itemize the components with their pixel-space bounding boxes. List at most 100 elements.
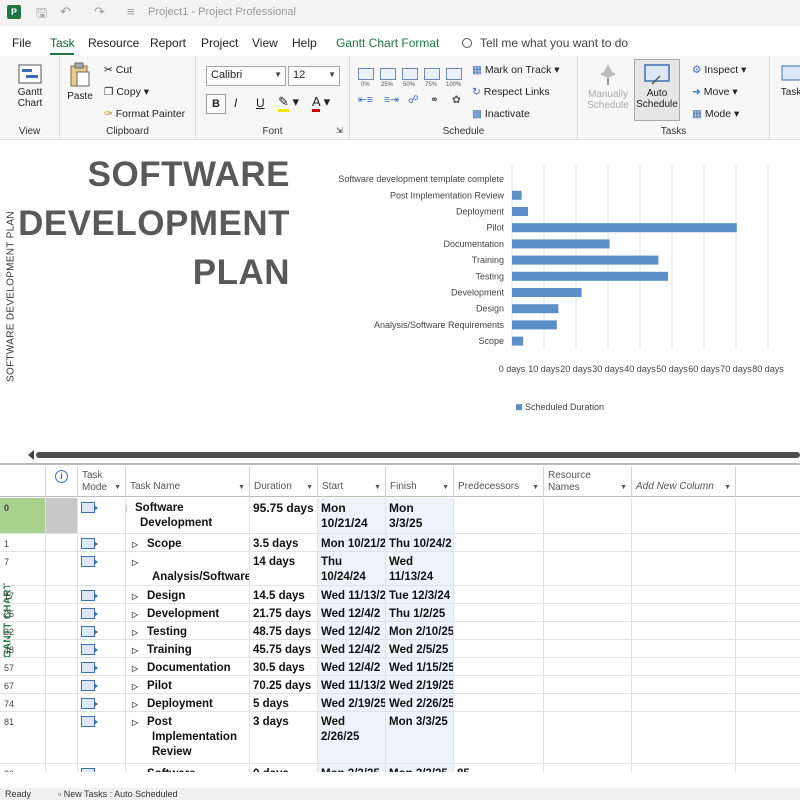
- duration-cell[interactable]: 3 days: [250, 712, 318, 763]
- duration-cell[interactable]: 14.5 days: [250, 586, 318, 603]
- bold-button[interactable]: B: [206, 94, 226, 114]
- tab-task[interactable]: Task: [50, 36, 75, 50]
- task-name-cell[interactable]: ▷Software: [126, 764, 250, 772]
- percent-100-button[interactable]: [446, 68, 462, 80]
- start-cell[interactable]: Wed 12/4/2: [318, 604, 386, 621]
- paste-button[interactable]: Paste: [64, 62, 96, 102]
- chevron-down-icon[interactable]: ▼: [114, 482, 121, 494]
- duration-cell[interactable]: 70.25 days: [250, 676, 318, 693]
- chain-icon[interactable]: ⚭: [430, 94, 439, 106]
- row-id-cell[interactable]: 32: [0, 622, 46, 639]
- new-tasks-mode-button[interactable]: ▫ New Tasks : Auto Scheduled: [58, 789, 178, 799]
- task-mode-cell[interactable]: [78, 498, 126, 533]
- copy-button[interactable]: ❐ Copy ▾: [104, 86, 149, 98]
- row-id-cell[interactable]: 81: [0, 712, 46, 763]
- percent-25-button[interactable]: [380, 68, 396, 80]
- chevron-down-icon[interactable]: ▼: [724, 482, 731, 494]
- task-row[interactable]: 32 ▷ Testing 48.75 days Wed 12/4/2 Mon 2/10/2…: [0, 622, 800, 640]
- pane-divider[interactable]: [0, 463, 800, 465]
- scrollbar-thumb[interactable]: [36, 452, 800, 458]
- resource-names-cell[interactable]: [544, 622, 632, 639]
- predecessors-column-header[interactable]: Predecessors ▼: [454, 467, 544, 497]
- row-id-cell[interactable]: 67: [0, 676, 46, 693]
- manually-schedule-button[interactable]: Manually Schedule: [582, 62, 634, 111]
- task-mode-cell[interactable]: [78, 712, 126, 763]
- resource-names-cell[interactable]: [544, 676, 632, 693]
- row-id-cell[interactable]: 0: [0, 498, 46, 533]
- finish-cell[interactable]: Mon 3/3/25: [386, 764, 454, 772]
- mode-button[interactable]: ▦ Mode ▾: [692, 108, 739, 120]
- duration-cell[interactable]: 45.75 days: [250, 640, 318, 657]
- task-row[interactable]: 0 ◢Software Development95.75 daysMon 10/2…: [0, 498, 800, 534]
- duration-cell[interactable]: 0 days: [250, 764, 318, 772]
- add-new-column-cell[interactable]: [632, 534, 736, 551]
- finish-cell[interactable]: Wed 2/19/25: [386, 676, 454, 693]
- start-cell[interactable]: Wed 2/26/25: [318, 712, 386, 763]
- pred-cell[interactable]: [454, 552, 544, 585]
- report-horizontal-scrollbar[interactable]: [0, 447, 800, 463]
- start-cell[interactable]: Mon 10/21/24: [318, 498, 386, 533]
- task-mode-cell[interactable]: [78, 676, 126, 693]
- start-cell[interactable]: Mon 3/3/25: [318, 764, 386, 772]
- finish-cell[interactable]: Wed 2/5/25: [386, 640, 454, 657]
- task-mode-cell[interactable]: [78, 604, 126, 621]
- task-mode-cell[interactable]: [78, 764, 126, 772]
- duration-cell[interactable]: 95.75 days: [250, 498, 318, 533]
- indicator-cell[interactable]: [46, 676, 78, 693]
- start-column-header[interactable]: Start ▼: [318, 467, 386, 497]
- finish-cell[interactable]: Mon 3/3/25: [386, 498, 454, 533]
- pred-cell[interactable]: [454, 694, 544, 711]
- task-name-cell[interactable]: ▷ Deployment: [126, 694, 250, 711]
- pred-cell[interactable]: [454, 676, 544, 693]
- duration-cell[interactable]: 14 days: [250, 552, 318, 585]
- duration-cell[interactable]: 5 days: [250, 694, 318, 711]
- scroll-left-icon[interactable]: [28, 450, 34, 460]
- resource-names-cell[interactable]: [544, 694, 632, 711]
- task-name-cell[interactable]: ▷Analysis/Software Requirements: [126, 552, 250, 585]
- duration-column-header[interactable]: Duration ▼: [250, 467, 318, 497]
- chevron-down-icon[interactable]: ▼: [532, 482, 539, 494]
- add-new-column-cell[interactable]: [632, 676, 736, 693]
- add-new-column-cell[interactable]: [632, 694, 736, 711]
- tab-gantt-chart-format[interactable]: Gantt Chart Format: [336, 36, 439, 50]
- row-id-cell[interactable]: 48: [0, 640, 46, 657]
- tab-help[interactable]: Help: [292, 36, 317, 50]
- row-id-cell[interactable]: 7: [0, 552, 46, 585]
- finish-cell[interactable]: Thu 10/24/2: [386, 534, 454, 551]
- task-row[interactable]: 67 ▷ Pilot 70.25 days Wed 11/13/2 Wed 2/19/25: [0, 676, 800, 694]
- duration-cell[interactable]: 48.75 days: [250, 622, 318, 639]
- row-header-corner[interactable]: [0, 467, 46, 497]
- underline-button[interactable]: U: [256, 96, 265, 110]
- task-row[interactable]: 74 ▷ Deployment 5 days Wed 2/19/25 Wed 2/26/2…: [0, 694, 800, 712]
- finish-cell[interactable]: Wed 2/26/25: [386, 694, 454, 711]
- row-id-cell[interactable]: 25: [0, 604, 46, 621]
- save-icon[interactable]: 🖫: [36, 4, 47, 26]
- font-size-select[interactable]: 12 ▼: [288, 66, 340, 86]
- chevron-down-icon[interactable]: ▼: [620, 482, 627, 494]
- pred-cell[interactable]: [454, 534, 544, 551]
- row-id-cell[interactable]: 1: [0, 534, 46, 551]
- percent-0-button[interactable]: [358, 68, 374, 80]
- redo-icon[interactable]: ↷: [94, 4, 105, 20]
- move-button[interactable]: ➜ Move ▾: [692, 86, 738, 98]
- finish-cell[interactable]: Tue 12/3/24: [386, 586, 454, 603]
- duration-cell[interactable]: 21.75 days: [250, 604, 318, 621]
- highlight-color-button[interactable]: ✎ ▾: [278, 94, 299, 112]
- finish-cell[interactable]: Wed 1/15/25: [386, 658, 454, 675]
- pred-cell[interactable]: 85: [454, 764, 544, 772]
- task-mode-cell[interactable]: [78, 640, 126, 657]
- percent-75-button[interactable]: [424, 68, 440, 80]
- duration-cell[interactable]: 30.5 days: [250, 658, 318, 675]
- finish-cell[interactable]: Thu 1/2/25: [386, 604, 454, 621]
- add-new-column-cell[interactable]: [632, 498, 736, 533]
- start-cell[interactable]: Wed 11/13/2: [318, 676, 386, 693]
- add-new-column-cell[interactable]: [632, 764, 736, 772]
- task-row[interactable]: 17 ▷ Design 14.5 days Wed 11/13/2 Tue 12/3/24: [0, 586, 800, 604]
- inactivate-button[interactable]: ▩ Inactivate: [472, 108, 530, 120]
- task-row[interactable]: 81 ▷ Post Implementation Review 3 days Wed 2…: [0, 712, 800, 764]
- undo-icon[interactable]: ↶: [60, 4, 71, 20]
- tab-view[interactable]: View: [252, 36, 278, 50]
- italic-button[interactable]: I: [234, 96, 237, 110]
- gantt-chart-button[interactable]: Gantt Chart: [10, 64, 50, 109]
- start-cell[interactable]: Wed 2/19/25: [318, 694, 386, 711]
